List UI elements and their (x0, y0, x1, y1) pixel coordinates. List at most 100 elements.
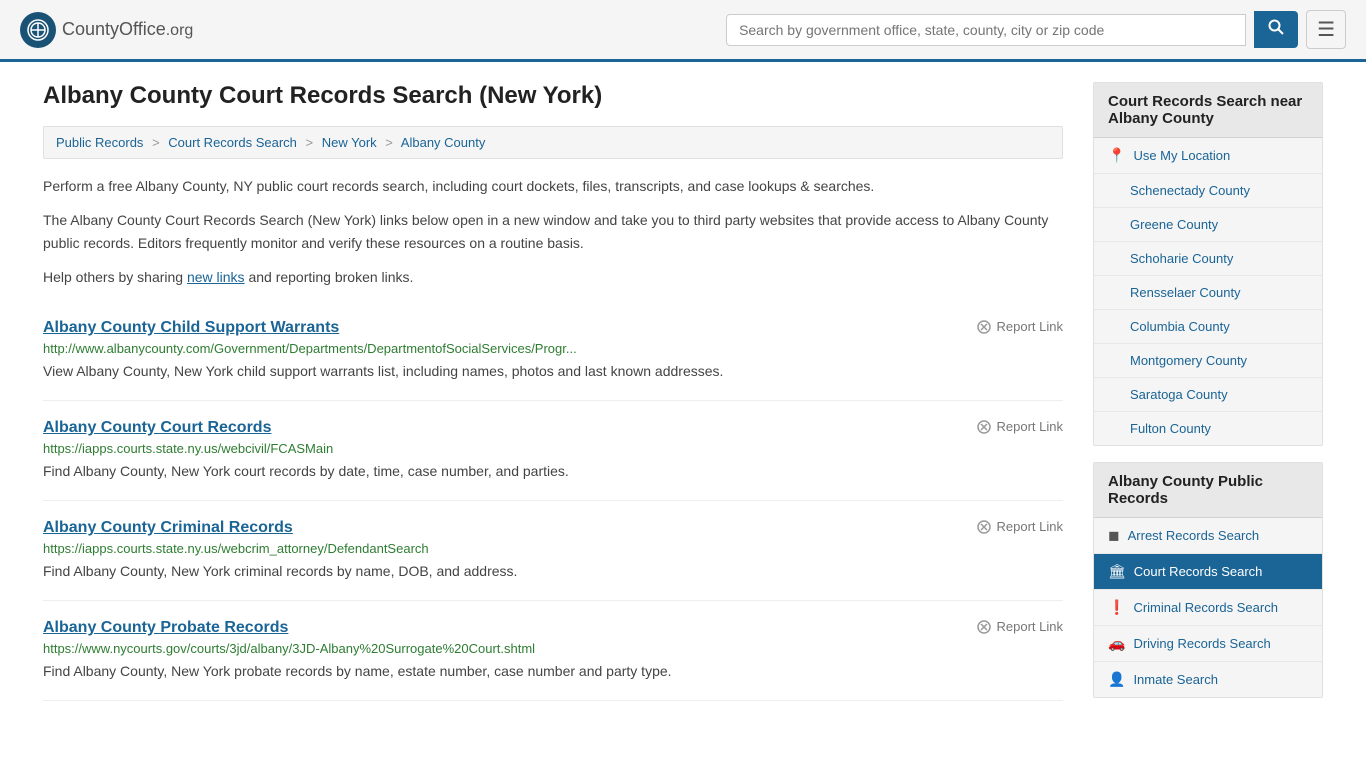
search-button[interactable] (1254, 11, 1298, 48)
result-desc-1: Find Albany County, New York court recor… (43, 461, 1063, 482)
record-icon-0: ◼ (1108, 527, 1120, 544)
report-label-0: Report Link (997, 319, 1063, 334)
record-icon-3: 🚗 (1108, 635, 1125, 652)
breadcrumb-sep1: > (152, 135, 160, 150)
record-icon-1: 🏛 (1108, 563, 1126, 580)
record-icon-2: ❗ (1108, 599, 1125, 616)
record-item-0[interactable]: ◼ Arrest Records Search (1094, 518, 1322, 554)
result-url-1[interactable]: https://iapps.courts.state.ny.us/webcivi… (43, 441, 1063, 456)
report-label-1: Report Link (997, 419, 1063, 434)
logo-icon (20, 12, 56, 48)
menu-button[interactable]: ☰ (1306, 10, 1346, 49)
result-url-3[interactable]: https://www.nycourts.gov/courts/3jd/alba… (43, 641, 1063, 656)
nearby-link-3[interactable]: Schoharie County (1130, 251, 1233, 266)
report-label-3: Report Link (997, 619, 1063, 634)
result-desc-0: View Albany County, New York child suppo… (43, 361, 1063, 382)
public-records-section: Albany County Public Records ◼ Arrest Re… (1093, 462, 1323, 698)
nearby-item-3[interactable]: Schoharie County (1094, 242, 1322, 276)
result-desc-2: Find Albany County, New York criminal re… (43, 561, 1063, 582)
nearby-header: Court Records Search near Albany County (1094, 83, 1322, 138)
nearby-link-8[interactable]: Fulton County (1130, 421, 1211, 436)
report-icon-3 (976, 619, 992, 635)
result-url-2[interactable]: https://iapps.courts.state.ny.us/webcrim… (43, 541, 1063, 556)
breadcrumb-public-records[interactable]: Public Records (56, 135, 143, 150)
nearby-item-2[interactable]: Greene County (1094, 208, 1322, 242)
result-item: Albany County Probate Records Report Lin… (43, 601, 1063, 701)
record-link-0[interactable]: Arrest Records Search (1128, 528, 1260, 543)
report-link-0[interactable]: Report Link (976, 319, 1063, 335)
search-area: ☰ (726, 10, 1346, 49)
breadcrumb-albany-county[interactable]: Albany County (401, 135, 486, 150)
nearby-item-8[interactable]: Fulton County (1094, 412, 1322, 445)
record-link-3[interactable]: Driving Records Search (1133, 636, 1270, 651)
page-title: Albany County Court Records Search (New … (43, 82, 1063, 110)
description-1: Perform a free Albany County, NY public … (43, 175, 1063, 197)
nearby-item-6[interactable]: Montgomery County (1094, 344, 1322, 378)
report-link-2[interactable]: Report Link (976, 519, 1063, 535)
nearby-link-5[interactable]: Columbia County (1130, 319, 1230, 334)
breadcrumb-sep3: > (385, 135, 393, 150)
record-item-4[interactable]: 👤 Inmate Search (1094, 662, 1322, 697)
nearby-link-1[interactable]: Schenectady County (1130, 183, 1250, 198)
report-icon-1 (976, 419, 992, 435)
results-container: Albany County Child Support Warrants Rep… (43, 301, 1063, 701)
new-links-link[interactable]: new links (187, 269, 245, 285)
logo-suffix: .org (166, 22, 194, 39)
nearby-link-2[interactable]: Greene County (1130, 217, 1218, 232)
breadcrumb-court-records[interactable]: Court Records Search (168, 135, 297, 150)
report-link-3[interactable]: Report Link (976, 619, 1063, 635)
record-item-1[interactable]: 🏛 Court Records Search (1094, 554, 1322, 590)
result-title-0[interactable]: Albany County Child Support Warrants (43, 319, 339, 337)
result-title-3[interactable]: Albany County Probate Records (43, 619, 288, 637)
nearby-item-0[interactable]: 📍 Use My Location (1094, 138, 1322, 174)
breadcrumb: Public Records > Court Records Search > … (43, 126, 1063, 159)
desc3-pre: Help others by sharing (43, 269, 187, 285)
nearby-item-1[interactable]: Schenectady County (1094, 174, 1322, 208)
result-item: Albany County Child Support Warrants Rep… (43, 301, 1063, 401)
record-link-4[interactable]: Inmate Search (1133, 672, 1218, 687)
nearby-link-6[interactable]: Montgomery County (1130, 353, 1247, 368)
records-items-container: ◼ Arrest Records Search 🏛 Court Records … (1094, 518, 1322, 697)
result-url-0[interactable]: http://www.albanycounty.com/Government/D… (43, 341, 1063, 356)
search-input[interactable] (726, 14, 1246, 46)
nearby-link-4[interactable]: Rensselaer County (1130, 285, 1241, 300)
site-header: CountyOffice.org ☰ (0, 0, 1366, 62)
record-item-2[interactable]: ❗ Criminal Records Search (1094, 590, 1322, 626)
nearby-item-7[interactable]: Saratoga County (1094, 378, 1322, 412)
desc3-post: and reporting broken links. (245, 269, 414, 285)
breadcrumb-sep2: > (306, 135, 314, 150)
content-area: Albany County Court Records Search (New … (43, 82, 1063, 714)
report-label-2: Report Link (997, 519, 1063, 534)
nearby-item-5[interactable]: Columbia County (1094, 310, 1322, 344)
record-icon-4: 👤 (1108, 671, 1125, 688)
search-icon (1268, 19, 1284, 35)
nearby-section: Court Records Search near Albany County … (1093, 82, 1323, 446)
description-2: The Albany County Court Records Search (… (43, 209, 1063, 254)
logo-main: CountyOffice (62, 19, 166, 39)
report-icon-0 (976, 319, 992, 335)
result-desc-3: Find Albany County, New York probate rec… (43, 661, 1063, 682)
record-item-3[interactable]: 🚗 Driving Records Search (1094, 626, 1322, 662)
report-icon-2 (976, 519, 992, 535)
record-link-1[interactable]: Court Records Search (1134, 564, 1263, 579)
result-title-2[interactable]: Albany County Criminal Records (43, 519, 293, 537)
logo-text: CountyOffice.org (62, 19, 193, 40)
logo: CountyOffice.org (20, 12, 193, 48)
nearby-header-text: Court Records Search near Albany County (1108, 93, 1302, 127)
nearby-items-container: 📍 Use My Location Schenectady County Greene… (1094, 138, 1322, 445)
breadcrumb-new-york[interactable]: New York (322, 135, 377, 150)
description-3: Help others by sharing new links and rep… (43, 266, 1063, 288)
nearby-link-7[interactable]: Saratoga County (1130, 387, 1228, 402)
result-title-1[interactable]: Albany County Court Records (43, 419, 271, 437)
record-link-2[interactable]: Criminal Records Search (1133, 600, 1278, 615)
main-container: Albany County Court Records Search (New … (23, 62, 1343, 734)
records-header-text: Albany County Public Records (1108, 473, 1263, 507)
result-item: Albany County Criminal Records Report Li… (43, 501, 1063, 601)
nearby-link-0[interactable]: Use My Location (1133, 148, 1230, 163)
nearby-item-4[interactable]: Rensselaer County (1094, 276, 1322, 310)
location-icon: 📍 (1108, 147, 1125, 164)
sidebar: Court Records Search near Albany County … (1093, 82, 1323, 714)
result-item: Albany County Court Records Report Link … (43, 401, 1063, 501)
report-link-1[interactable]: Report Link (976, 419, 1063, 435)
public-records-header: Albany County Public Records (1094, 463, 1322, 518)
